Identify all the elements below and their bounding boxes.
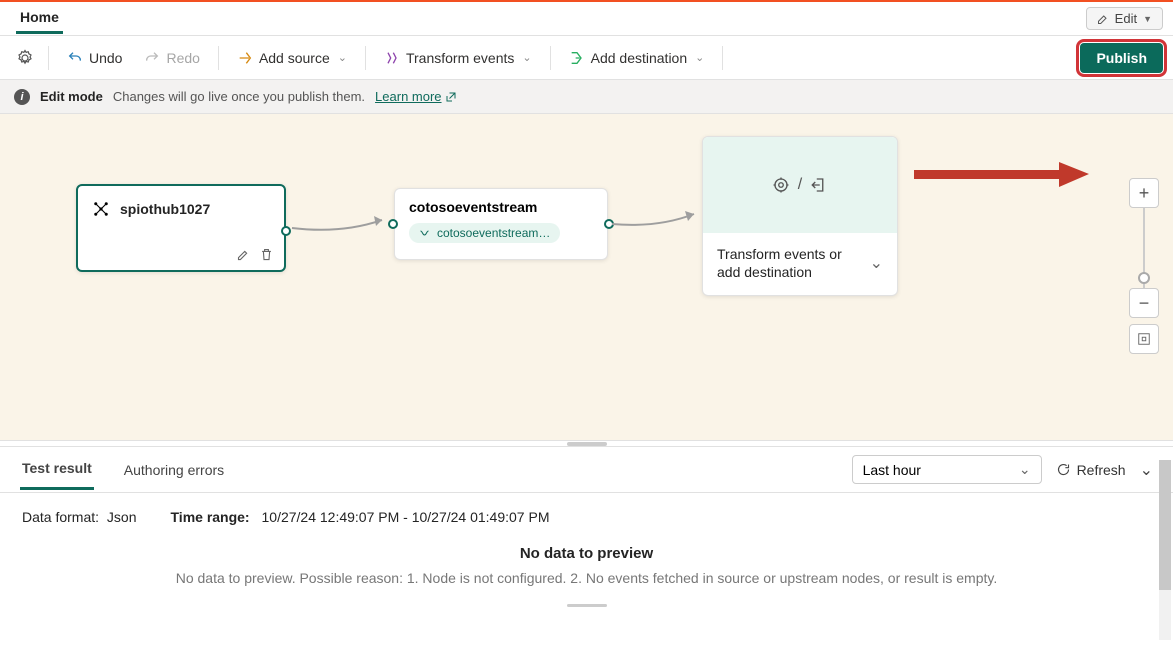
data-format-label: Data format: — [22, 509, 99, 525]
external-link-icon — [445, 91, 457, 103]
publish-button[interactable]: Publish — [1080, 43, 1163, 73]
redo-icon — [144, 50, 160, 66]
transform-icon — [384, 50, 400, 66]
transform-label: Transform events — [406, 50, 514, 66]
chevron-down-icon[interactable]: ⌄ — [870, 253, 883, 273]
separator — [365, 46, 366, 70]
node-source-title: spiothub1027 — [120, 201, 210, 217]
canvas[interactable]: spiothub1027 cotosoeventstream cotosoeve… — [0, 114, 1173, 440]
stream-icon — [419, 227, 431, 239]
refresh-icon — [1056, 462, 1071, 477]
pencil-icon[interactable] — [236, 247, 251, 262]
settings-button[interactable] — [10, 45, 40, 71]
edit-dropdown[interactable]: Edit ▼ — [1086, 7, 1163, 30]
destination-icon — [569, 50, 585, 66]
undo-button[interactable]: Undo — [57, 46, 132, 70]
chevron-down-icon: ⌄ — [695, 51, 704, 64]
separator — [48, 46, 49, 70]
edit-mode-label: Edit mode — [40, 89, 103, 104]
trash-icon[interactable] — [259, 247, 274, 262]
time-range-label: Time range: — [171, 509, 250, 525]
add-source-label: Add source — [259, 50, 330, 66]
source-icon — [237, 50, 253, 66]
add-destination-button[interactable]: Add destination ⌄ — [559, 46, 715, 70]
node-eventstream[interactable]: cotosoeventstream cotosoeventstream… — [394, 188, 608, 260]
info-bar: i Edit mode Changes will go live once yo… — [0, 80, 1173, 114]
separator — [722, 46, 723, 70]
node-source[interactable]: spiothub1027 — [76, 184, 286, 272]
separator — [550, 46, 551, 70]
chevron-down-icon[interactable]: ⌄ — [1140, 460, 1153, 480]
zoom-in-button[interactable]: + — [1129, 178, 1159, 208]
info-icon: i — [14, 89, 30, 105]
edge-1 — [292, 218, 392, 238]
time-range-value: Last hour — [863, 462, 921, 478]
stream-pill-label: cotosoeventstream… — [437, 226, 550, 240]
stream-pill[interactable]: cotosoeventstream… — [409, 223, 560, 243]
port-in[interactable] — [388, 219, 398, 229]
refresh-button[interactable]: Refresh — [1056, 462, 1126, 478]
gear-icon — [16, 49, 34, 67]
edit-mode-message: Changes will go live once you publish th… — [113, 89, 365, 104]
transform-button[interactable]: Transform events ⌄ — [374, 46, 542, 70]
zoom-slider[interactable] — [1129, 208, 1159, 288]
edit-label: Edit — [1115, 11, 1137, 26]
undo-icon — [67, 50, 83, 66]
time-range-value-text: 10/27/24 12:49:07 PM - 10/27/24 01:49:07… — [262, 509, 550, 525]
redo-button: Redo — [134, 46, 209, 70]
add-source-button[interactable]: Add source ⌄ — [227, 46, 357, 70]
node-eventstream-title: cotosoeventstream — [409, 199, 593, 215]
empty-message: No data to preview. Possible reason: 1. … — [22, 570, 1151, 586]
slash: / — [798, 176, 802, 194]
zoom-out-button[interactable]: − — [1129, 288, 1159, 318]
process-icon — [772, 176, 790, 194]
time-range-select[interactable]: Last hour ⌄ — [852, 455, 1042, 484]
fit-icon — [1137, 332, 1151, 346]
edge-2 — [612, 210, 704, 230]
annotation-arrow — [914, 162, 1094, 197]
empty-title: No data to preview — [22, 545, 1151, 562]
node-destination-label: Transform events or add destination — [717, 245, 857, 281]
node-destination-placeholder[interactable]: / Transform events or add destination ⌄ — [702, 136, 898, 296]
drag-handle[interactable] — [567, 604, 607, 607]
port-out[interactable] — [281, 226, 291, 236]
tab-test-result[interactable]: Test result — [20, 449, 94, 490]
learn-more-link[interactable]: Learn more — [375, 89, 456, 104]
chevron-down-icon: ⌄ — [1019, 461, 1031, 478]
iot-icon — [92, 200, 110, 218]
scrollbar[interactable] — [1159, 460, 1171, 640]
data-format-value: Json — [107, 509, 137, 525]
learn-more-label: Learn more — [375, 89, 441, 104]
redo-label: Redo — [166, 50, 199, 66]
tab-home[interactable]: Home — [16, 3, 63, 34]
separator — [218, 46, 219, 70]
chevron-down-icon: ⌄ — [522, 51, 531, 64]
undo-label: Undo — [89, 50, 122, 66]
zoom-fit-button[interactable] — [1129, 324, 1159, 354]
scrollbar-thumb[interactable] — [1159, 460, 1171, 590]
caret-down-icon: ▼ — [1143, 14, 1152, 24]
add-destination-label: Add destination — [591, 50, 688, 66]
chevron-down-icon: ⌄ — [338, 51, 347, 64]
pencil-icon — [1097, 13, 1109, 25]
refresh-label: Refresh — [1077, 462, 1126, 478]
output-icon — [810, 176, 828, 194]
tab-authoring-errors[interactable]: Authoring errors — [122, 451, 226, 489]
